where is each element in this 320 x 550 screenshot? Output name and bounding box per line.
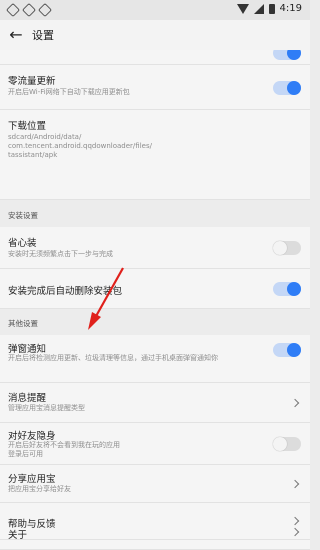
setting-title: 对好友隐身 (8, 431, 56, 442)
section-title: 其他设置 (8, 319, 38, 328)
section-header-install: 安装设置 (0, 200, 310, 227)
setting-title: 分享应用宝 (8, 474, 56, 485)
chevron-right-icon (290, 398, 300, 408)
wifi-icon (236, 3, 249, 14)
notification-icon (37, 2, 53, 18)
toggle-switch[interactable] (273, 50, 301, 60)
setting-subtitle: 开启后好友将不会看到我在玩的应用 登录后可用 (8, 441, 120, 458)
notification-icon (5, 2, 21, 18)
notification-icon (21, 2, 37, 18)
setting-about[interactable]: 关于 (0, 527, 310, 550)
setting-subtitle: 开启后Wi-Fi网络下自动下载应用更新包 (8, 88, 130, 96)
setting-title: 省心装 (8, 238, 37, 249)
app-bar: ← 设置 (0, 20, 310, 50)
friends-invisible-toggle[interactable] (273, 437, 301, 451)
setting-title: 零流量更新 (8, 76, 56, 87)
zero-traffic-update-toggle[interactable] (273, 81, 301, 95)
setting-title: 关于 (8, 530, 28, 541)
section-header-other: 其他设置 (0, 309, 310, 335)
setting-help-feedback[interactable]: 帮助与反馈 (0, 503, 310, 540)
status-right: 4:19 (236, 3, 302, 14)
setting-download-location[interactable]: 下载位置 sdcard/Android/data/ com.tencent.an… (0, 110, 310, 200)
setting-title: 消息提醒 (8, 393, 47, 404)
battery-icon (268, 3, 275, 14)
page-title: 设置 (32, 29, 54, 42)
chevron-right-icon (290, 479, 300, 489)
setting-friends-invisible[interactable]: 对好友隐身 开启后好友将不会看到我在玩的应用 登录后可用 (0, 423, 310, 465)
setting-share-app[interactable]: 分享应用宝 把应用宝分享给好友 (0, 465, 310, 503)
section-title: 安装设置 (8, 211, 38, 220)
setting-popup-notification[interactable]: 弹窗通知 开启后将检测应用更新、垃圾清理等信息，通过手机桌面弹窗通知你 (0, 335, 310, 383)
notification-icons (5, 2, 53, 18)
setting-subtitle: sdcard/Android/data/ com.tencent.android… (8, 133, 152, 159)
setting-subtitle: 管理应用宝消息提醒类型 (8, 404, 85, 412)
auto-delete-package-toggle[interactable] (273, 282, 301, 296)
list-item-partial[interactable] (0, 50, 310, 65)
setting-zero-traffic-update[interactable]: 零流量更新 开启后Wi-Fi网络下自动下载应用更新包 (0, 65, 310, 110)
setting-title: 下载位置 (8, 121, 47, 132)
popup-notification-toggle[interactable] (273, 343, 301, 357)
save-effort-install-toggle[interactable] (273, 241, 301, 255)
settings-list[interactable]: 零流量更新 开启后Wi-Fi网络下自动下载应用更新包 下载位置 sdcard/A… (0, 50, 310, 550)
back-arrow-icon[interactable]: ← (6, 26, 26, 44)
status-bar: 4:19 (0, 0, 310, 20)
setting-subtitle: 安装时无须频繁点击下一步与完成 (8, 250, 113, 258)
setting-save-effort-install[interactable]: 省心装 安装时无须频繁点击下一步与完成 (0, 227, 310, 269)
setting-title: 安装完成后自动删除安装包 (8, 286, 123, 297)
setting-title: 弹窗通知 (8, 344, 47, 355)
setting-subtitle: 把应用宝分享给好友 (8, 485, 71, 493)
setting-subtitle: 开启后将检测应用更新、垃圾清理等信息，通过手机桌面弹窗通知你 (8, 354, 218, 362)
setting-message-reminder[interactable]: 消息提醒 管理应用宝消息提醒类型 (0, 383, 310, 423)
chevron-right-icon (290, 516, 300, 526)
status-time: 4:19 (279, 3, 302, 14)
setting-auto-delete-package[interactable]: 安装完成后自动删除安装包 (0, 269, 310, 309)
signal-icon (253, 3, 264, 14)
